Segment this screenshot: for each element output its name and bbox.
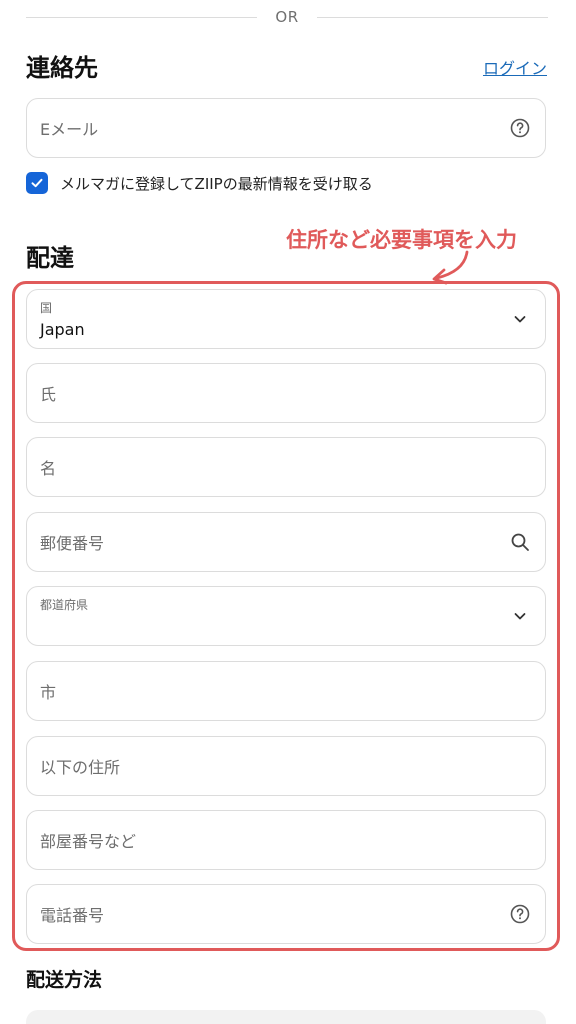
- city-field[interactable]: 市: [26, 661, 546, 721]
- contact-title: 連絡先: [26, 54, 98, 82]
- or-text: OR: [275, 8, 299, 26]
- prefecture-select[interactable]: 都道府県: [26, 586, 546, 646]
- checkmark-icon: [31, 178, 43, 188]
- login-link[interactable]: ログイン: [483, 55, 547, 79]
- postal-code-placeholder: 郵便番号: [40, 534, 105, 553]
- prefecture-label: 都道府県: [40, 598, 89, 612]
- address-field[interactable]: 以下の住所: [26, 736, 546, 796]
- delivery-title: 配達: [26, 244, 74, 272]
- checkout-page: OR 連絡先 ログイン Eメール メルマガに登録してZIIPの最新情報を受け取る…: [0, 0, 576, 1024]
- newsletter-checkbox[interactable]: [26, 172, 48, 194]
- shipping-method-card[interactable]: [26, 1010, 546, 1024]
- newsletter-row[interactable]: メルマガに登録してZIIPの最新情報を受け取る: [26, 172, 373, 194]
- phone-placeholder: 電話番号: [40, 906, 105, 925]
- divider-line-right: [316, 16, 549, 18]
- annotation-text: 住所など必要事項を入力: [286, 228, 517, 252]
- chevron-down-icon: [509, 605, 531, 627]
- country-value: Japan: [40, 320, 85, 339]
- first-name-placeholder: 名: [40, 459, 57, 478]
- postal-code-field[interactable]: 郵便番号: [26, 512, 546, 572]
- phone-field[interactable]: 電話番号: [26, 884, 546, 944]
- divider-line-left: [26, 16, 258, 18]
- newsletter-label: メルマガに登録してZIIPの最新情報を受け取る: [60, 174, 373, 193]
- apartment-placeholder: 部屋番号など: [40, 832, 137, 851]
- chevron-down-icon: [509, 308, 531, 330]
- last-name-field[interactable]: 氏: [26, 363, 546, 423]
- or-divider: OR: [26, 0, 549, 34]
- search-icon[interactable]: [509, 531, 531, 553]
- shipping-method-title: 配送方法: [26, 969, 103, 991]
- last-name-placeholder: 氏: [40, 385, 57, 404]
- question-circle-icon[interactable]: [509, 903, 531, 925]
- address-placeholder: 以下の住所: [40, 758, 121, 777]
- apartment-field[interactable]: 部屋番号など: [26, 810, 546, 870]
- email-field[interactable]: Eメール: [26, 98, 546, 158]
- country-select[interactable]: 国 Japan: [26, 289, 546, 349]
- email-placeholder: Eメール: [40, 120, 99, 139]
- city-placeholder: 市: [40, 683, 57, 702]
- question-circle-icon[interactable]: [509, 117, 531, 139]
- first-name-field[interactable]: 名: [26, 437, 546, 497]
- country-label: 国: [40, 301, 53, 315]
